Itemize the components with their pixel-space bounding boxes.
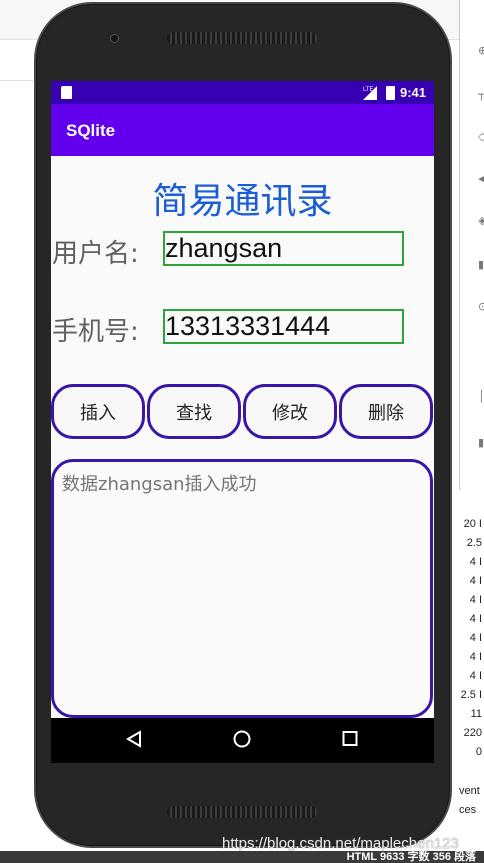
- username-label: 用户名:: [52, 239, 139, 269]
- list-item: 4 I: [469, 613, 482, 625]
- username-field[interactable]: zhangsan: [163, 231, 404, 266]
- watermark-url: https://blog.csdn.net/maplechen123: [222, 835, 459, 852]
- list-item: 4 I: [469, 594, 482, 606]
- side-tool-icon[interactable]: ⊕: [478, 44, 484, 58]
- phone-field[interactable]: 13313331444: [163, 309, 404, 344]
- list-item: 4 I: [469, 670, 482, 682]
- list-item: 4 I: [469, 651, 482, 663]
- side-tool-icon[interactable]: ┬: [478, 88, 484, 102]
- side-tool-icon[interactable]: │: [478, 390, 484, 404]
- side-tool-icon[interactable]: ⊙: [478, 300, 484, 314]
- side-misc-label: vent: [459, 785, 480, 797]
- list-item: 20 I: [463, 518, 482, 530]
- list-item: 4 I: [469, 556, 482, 568]
- list-item: 11: [470, 708, 482, 720]
- background-value-list: 20 I 2.5 4 I 4 I 4 I 4 I 4 I 4 I 4 I 2.5…: [459, 515, 484, 765]
- speaker-grille-icon: [167, 32, 317, 44]
- app-title: SQlite: [66, 121, 116, 140]
- side-tool-icon[interactable]: ◈: [478, 214, 484, 228]
- list-item: 2.5 I: [460, 689, 482, 701]
- page-title: 简易通讯录: [152, 181, 333, 222]
- front-camera-icon: [110, 34, 119, 43]
- result-message: 数据zhangsan插入成功: [62, 474, 257, 495]
- status-time: 9:41: [400, 85, 427, 100]
- back-triangle-icon[interactable]: [126, 730, 142, 748]
- signal-lte-icon: LTE: [363, 86, 377, 100]
- battery-icon: [386, 86, 395, 100]
- phone-label: 手机号:: [52, 317, 139, 347]
- side-tool-icon[interactable]: ◀: [478, 172, 484, 186]
- side-tool-icon[interactable]: ▮: [478, 436, 484, 450]
- network-type-label: LTE: [363, 87, 374, 93]
- side-misc-label: ces: [459, 804, 477, 816]
- speaker-grille-icon: [167, 806, 317, 818]
- app-bar: SQlite: [51, 104, 434, 156]
- side-tool-icon[interactable]: ▮: [478, 258, 484, 272]
- list-item: 0: [475, 746, 482, 758]
- list-item: 4 I: [469, 632, 482, 644]
- list-item: 4 I: [469, 575, 482, 587]
- delete-button[interactable]: 删除: [339, 384, 433, 439]
- side-tool-icon[interactable]: ◇: [478, 130, 484, 144]
- background-side-panel: ⊕ ┬ ◇ ◀ ◈ ▮ ⊙ │ ▮: [459, 0, 484, 490]
- recents-square-icon[interactable]: [342, 730, 358, 746]
- insert-button[interactable]: 插入: [51, 384, 145, 439]
- desktop-background: ⊕ ┬ ◇ ◀ ◈ ▮ ⊙ │ ▮ 20 I 2.5 4 I 4 I 4 I 4…: [0, 0, 484, 863]
- result-output-box[interactable]: 数据zhangsan插入成功: [51, 459, 433, 718]
- list-item: 2.5: [466, 537, 482, 549]
- system-navigation-bar: [51, 718, 434, 763]
- phone-screen: LTE 9:41 SQlite 简易通讯录 用户名: zhangsan 手机号:…: [51, 81, 434, 763]
- query-button[interactable]: 查找: [147, 384, 241, 439]
- status-bar: LTE 9:41: [51, 81, 434, 104]
- sd-card-icon: [61, 86, 72, 99]
- editor-status-footer: HTML 9633 字数 356 段落: [0, 851, 484, 863]
- home-circle-icon[interactable]: [233, 730, 251, 748]
- update-button[interactable]: 修改: [243, 384, 337, 439]
- list-item: 220: [463, 727, 482, 739]
